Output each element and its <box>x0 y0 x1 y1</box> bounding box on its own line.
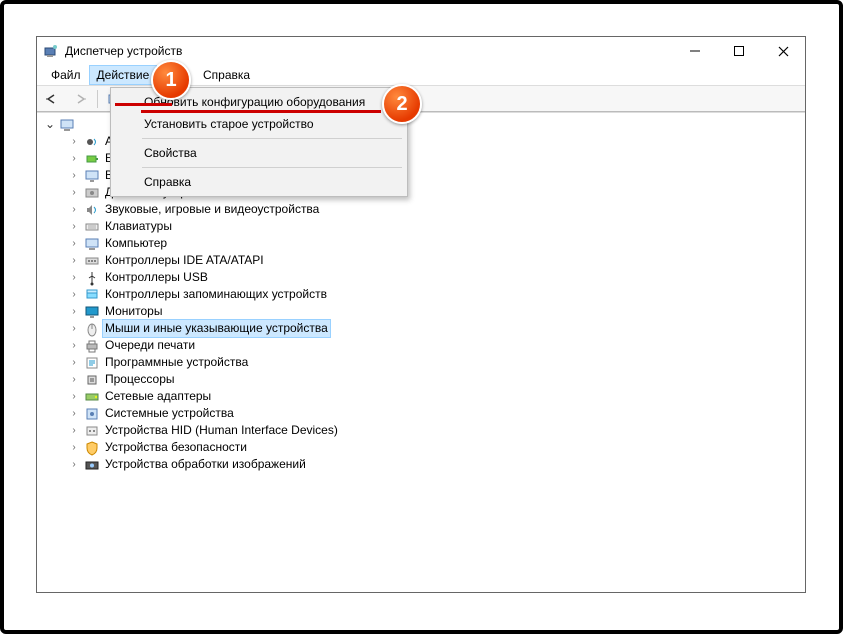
menu-add-legacy[interactable]: Установить старое устройство <box>114 113 404 135</box>
tree-item-system[interactable]: › Системные устройства <box>41 405 805 422</box>
disk-icon <box>84 185 100 201</box>
printer-icon <box>84 338 100 354</box>
device-manager-window: Диспетчер устройств Файл Действие Вид Сп… <box>36 36 806 593</box>
tree-item-label: Мыши и иные указывающие устройства <box>103 320 330 337</box>
expand-toggle[interactable]: › <box>67 320 81 337</box>
tree-item-label: Устройства обработки изображений <box>103 456 308 473</box>
tree-item-security[interactable]: › Устройства безопасности <box>41 439 805 456</box>
tree-item-label: Очереди печати <box>103 337 197 354</box>
toolbar-separator <box>97 90 98 108</box>
tree-item-mouse[interactable]: › Мыши и иные указывающие устройства <box>41 320 805 337</box>
tree-item-label: Контроллеры IDE ATA/ATAPI <box>103 252 266 269</box>
tree-item-label: Сетевые адаптеры <box>103 388 213 405</box>
usb-icon <box>84 270 100 286</box>
screenshot-frame: Диспетчер устройств Файл Действие Вид Сп… <box>0 0 843 634</box>
cpu-icon <box>84 372 100 388</box>
tree-item-label: Системные устройства <box>103 405 236 422</box>
imaging-icon <box>84 457 100 473</box>
mouse-icon <box>84 321 100 337</box>
minimize-button[interactable] <box>673 37 717 65</box>
menu-separator <box>142 138 402 139</box>
display-icon <box>84 168 100 184</box>
tree-item-label: Программные устройства <box>103 354 250 371</box>
expand-toggle[interactable]: ⌄ <box>45 116 55 133</box>
tree-item-sound[interactable]: › Звуковые, игровые и видеоустройства <box>41 201 805 218</box>
menu-separator <box>142 167 402 168</box>
tree-item-label: Процессоры <box>103 371 177 388</box>
tree-item-printer[interactable]: › Очереди печати <box>41 337 805 354</box>
tree-item-hid[interactable]: › Устройства HID (Human Interface Devices… <box>41 422 805 439</box>
expand-toggle[interactable]: › <box>67 456 81 473</box>
security-icon <box>84 440 100 456</box>
expand-toggle[interactable]: › <box>67 337 81 354</box>
audio-icon <box>84 134 100 150</box>
tree-item-usb[interactable]: › Контроллеры USB <box>41 269 805 286</box>
computer-icon <box>84 236 100 252</box>
expand-toggle[interactable]: › <box>67 218 81 235</box>
tree-item-network[interactable]: › Сетевые адаптеры <box>41 388 805 405</box>
menu-help[interactable]: Справка <box>114 171 404 193</box>
tree-item-monitor[interactable]: › Мониторы <box>41 303 805 320</box>
tree-item-cpu[interactable]: › Процессоры <box>41 371 805 388</box>
tree-item-computer[interactable]: › Компьютер <box>41 235 805 252</box>
tree-item-label: Звуковые, игровые и видеоустройства <box>103 201 321 218</box>
expand-toggle[interactable]: › <box>67 235 81 252</box>
menu-properties[interactable]: Свойства <box>114 142 404 164</box>
tree-item-label: Компьютер <box>103 235 169 252</box>
tree-item-ide[interactable]: › Контроллеры IDE ATA/ATAPI <box>41 252 805 269</box>
expand-toggle[interactable]: › <box>67 133 81 150</box>
expand-toggle[interactable]: › <box>67 388 81 405</box>
expand-toggle[interactable]: › <box>67 286 81 303</box>
sound-icon <box>84 202 100 218</box>
tree-item-label: Клавиатуры <box>103 218 174 235</box>
expand-toggle[interactable]: › <box>67 371 81 388</box>
back-button[interactable] <box>41 88 63 110</box>
forward-button[interactable] <box>69 88 91 110</box>
close-button[interactable] <box>761 37 805 65</box>
tree-item-label: Мониторы <box>103 303 164 320</box>
app-icon <box>43 43 59 59</box>
expand-toggle[interactable]: › <box>67 150 81 167</box>
computer-icon <box>59 117 75 133</box>
annotation-underline-2 <box>141 110 381 113</box>
expand-toggle[interactable]: › <box>67 184 81 201</box>
maximize-button[interactable] <box>717 37 761 65</box>
tree-item-label: Устройства безопасности <box>103 439 249 456</box>
storage-icon <box>84 287 100 303</box>
expand-toggle[interactable]: › <box>67 422 81 439</box>
expand-toggle[interactable]: › <box>67 269 81 286</box>
keyboard-icon <box>84 219 100 235</box>
tree-item-label: Устройства HID (Human Interface Devices) <box>103 422 340 439</box>
expand-toggle[interactable]: › <box>67 201 81 218</box>
expand-toggle[interactable]: › <box>67 167 81 184</box>
battery-icon <box>84 151 100 167</box>
tree-item-imaging[interactable]: › Устройства обработки изображений <box>41 456 805 473</box>
expand-toggle[interactable]: › <box>67 439 81 456</box>
annotation-badge-2: 2 <box>382 84 422 124</box>
menu-file[interactable]: Файл <box>43 65 89 85</box>
annotation-badge-1: 1 <box>151 60 191 100</box>
tree-item-keyboard[interactable]: › Клавиатуры <box>41 218 805 235</box>
titlebar: Диспетчер устройств <box>37 37 805 65</box>
ide-icon <box>84 253 100 269</box>
menu-help[interactable]: Справка <box>195 65 258 85</box>
monitor-icon <box>84 304 100 320</box>
tree-item-storage[interactable]: › Контроллеры запоминающих устройств <box>41 286 805 303</box>
hid-icon <box>84 423 100 439</box>
expand-toggle[interactable]: › <box>67 252 81 269</box>
system-icon <box>84 406 100 422</box>
expand-toggle[interactable]: › <box>67 354 81 371</box>
tree-item-software[interactable]: › Программные устройства <box>41 354 805 371</box>
expand-toggle[interactable]: › <box>67 405 81 422</box>
tree-item-label: Контроллеры запоминающих устройств <box>103 286 329 303</box>
tree-item-label: Контроллеры USB <box>103 269 210 286</box>
software-icon <box>84 355 100 371</box>
annotation-underline-1 <box>115 103 172 106</box>
menu-action[interactable]: Действие <box>89 65 158 85</box>
network-icon <box>84 389 100 405</box>
expand-toggle[interactable]: › <box>67 303 81 320</box>
window-title: Диспетчер устройств <box>65 44 182 58</box>
